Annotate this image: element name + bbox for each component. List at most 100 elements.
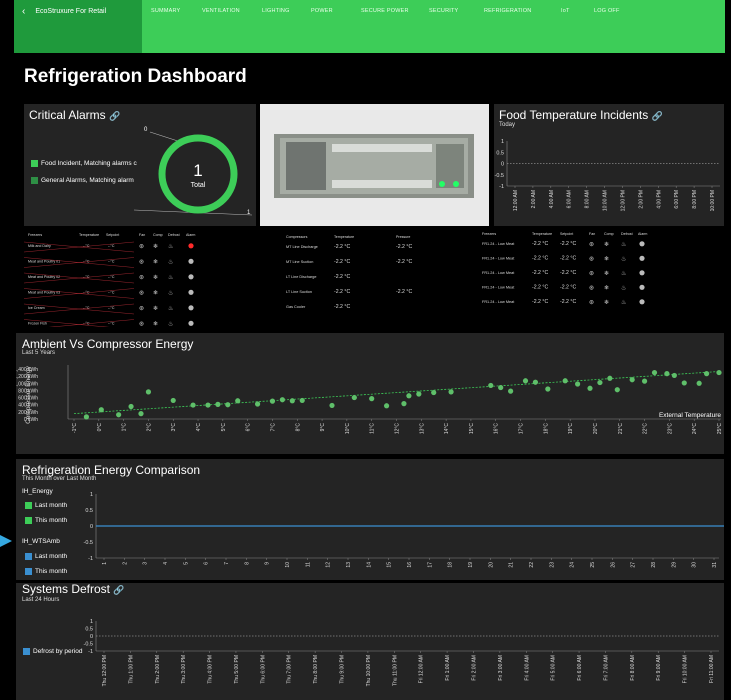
y-tick-label: -1 [499, 184, 504, 190]
nav-item-power[interactable]: POWER [311, 8, 333, 14]
floorplan-shelf [332, 144, 432, 152]
x-tick-label: 2 [122, 562, 128, 565]
alarms-donut-chart: 0 1 1 Total [133, 127, 253, 216]
trendline [73, 371, 720, 415]
scatter-point [170, 397, 176, 404]
snowflake-icon: ❄ [604, 270, 609, 277]
table-cell-temp: -2.2 °C [334, 304, 350, 310]
scatter-point [629, 377, 635, 383]
x-tick-label: 24 [570, 562, 576, 568]
table-cell-setpoint: --°C [108, 322, 115, 326]
nav-item-ventilation[interactable]: VENTILATION [202, 8, 240, 14]
table-cell-setpoint: -2.2 °C [560, 299, 576, 305]
x-tick-label: 10 [285, 562, 291, 568]
scatter-point [369, 396, 375, 402]
floorplan-room [286, 142, 326, 190]
scatter-point [269, 398, 276, 404]
scatter-point [289, 398, 295, 404]
defrost-icon: ♨ [621, 241, 626, 248]
table-cell-name: Milk and Dairy [28, 244, 51, 248]
x-tick-label: Fri 6:00 AM [577, 655, 583, 681]
scatter-point [716, 369, 722, 376]
alarm-status-dot [188, 258, 194, 264]
scatter-point [235, 398, 241, 404]
x-tick-label: 16 [407, 562, 413, 568]
x-tick-label: 16°C [494, 423, 500, 435]
defrost-icon: ♨ [621, 256, 626, 263]
nav-item-lighting[interactable]: LIGHTING [262, 8, 290, 14]
defrost-icon: ♨ [168, 274, 173, 281]
nav-item-log-off[interactable]: LOG OFF [594, 8, 620, 14]
x-tick-label: -1°C [72, 423, 78, 433]
x-tick-label: 20°C [593, 423, 599, 435]
fan-icon: ⊛ [139, 275, 144, 281]
x-tick-label: 23°C [667, 423, 673, 435]
x-tick-label: 26 [610, 562, 616, 568]
x-tick-label: Fri 1:00 AM [445, 655, 451, 681]
x-tick-label: Fri 12:00 AM [419, 655, 425, 683]
table-cell-setpoint: --°C [108, 291, 115, 295]
scatter-point [138, 411, 144, 417]
y-tick-label: -0.5 [84, 540, 93, 546]
donut-total-label: Total [191, 182, 206, 189]
fan-icon: ⊛ [139, 322, 144, 328]
table-header: Fan [139, 233, 145, 237]
scatter-point [574, 381, 581, 387]
scatter-point [508, 388, 514, 394]
nav-item-summary[interactable]: SUMMARY [151, 8, 180, 14]
nav-item-security[interactable]: SECURITY [429, 8, 458, 14]
scatter-point [254, 401, 261, 407]
x-tick-label: Thu 4:00 PM [208, 655, 214, 684]
x-tick-label: Fri 3:00 AM [498, 655, 504, 681]
fan-icon: ⊛ [589, 242, 594, 248]
nav-item-refrigeration[interactable]: REFRIGERATION [484, 8, 531, 14]
x-tick-label: 25 [590, 562, 596, 568]
x-tick-label: 30 [692, 562, 698, 568]
alarm-status-dot [639, 255, 645, 261]
defrost-icon: ♨ [168, 305, 173, 312]
y-tick-label: 0 [90, 524, 93, 530]
defrost-icon: ♨ [168, 243, 173, 250]
scatter-point [545, 386, 551, 392]
nav-item-secure-power[interactable]: SECURE POWER [361, 8, 409, 14]
energy-compare-chart: 10.50-0.5-11 2 3 4 5 6 7 8 9 10 11 12 13 14 15 16 17 18 19… [84, 492, 724, 568]
x-tick-label: 20 [488, 562, 494, 568]
scatter-point [116, 412, 122, 418]
snowflake-icon: ❄ [153, 290, 158, 297]
table-cell-name: FR1.24 - Low Meat [482, 257, 515, 261]
y-tick-label: 1 [90, 492, 93, 498]
table-cell-temp: -2.2 °C [532, 270, 548, 276]
nav-home-button[interactable]: ‹ EcoStruxure For Retail [14, 0, 142, 53]
x-tick-label: Thu 11:00 PM [392, 655, 398, 686]
ambient-scatter-chart: 1,400 kWh1,200 kWh1,000 kWh800 kWh600 kW… [16, 365, 723, 435]
fan-icon: ⊛ [589, 271, 594, 277]
scatter-point [416, 391, 422, 397]
table-header: Freezers [482, 232, 496, 236]
scatter-point [488, 382, 494, 389]
scatter-point [145, 389, 152, 395]
x-tick-label: Thu 12:00 PM [102, 655, 108, 686]
table-header: Comp [153, 233, 163, 237]
table-cell-setpoint: -2.2 °C [560, 285, 576, 291]
store-floorplan-image[interactable] [260, 104, 489, 226]
x-tick-label: 6 [204, 562, 210, 565]
scatter-point [498, 384, 504, 391]
scatter-point [651, 369, 658, 376]
x-tick-label: Thu 2:00 PM [155, 655, 161, 684]
y-tick-label: 0 [501, 162, 504, 168]
chevron-left-icon[interactable]: ‹ [22, 7, 25, 17]
top-nav-bar: ‹ EcoStruxure For Retail SUMMARY VENTILA… [14, 0, 725, 53]
table-cell-name: Meat and Poultry 03 [28, 291, 60, 295]
x-tick-label: 25°C [717, 423, 723, 435]
snowflake-icon: ❄ [153, 321, 158, 328]
nav-item-iot[interactable]: IoT [561, 8, 570, 14]
food-temp-chart: 1 0.5 0 -0.5 -1 12:00 AM 2:00 AM 4:00 AM 6:00 AM… [495, 139, 720, 211]
table-header: Setpoint [560, 232, 573, 236]
x-tick-label: 28 [651, 562, 657, 568]
x-tick-label: 10:00 PM [710, 190, 716, 211]
table-cell-setpoint: --°C [108, 244, 115, 248]
table-cell-temp: -2.2 °C [334, 244, 350, 250]
x-tick-label: 17 [427, 562, 433, 568]
x-tick-label: Thu 9:00 PM [340, 655, 346, 684]
defrost-icon: ♨ [168, 259, 173, 266]
